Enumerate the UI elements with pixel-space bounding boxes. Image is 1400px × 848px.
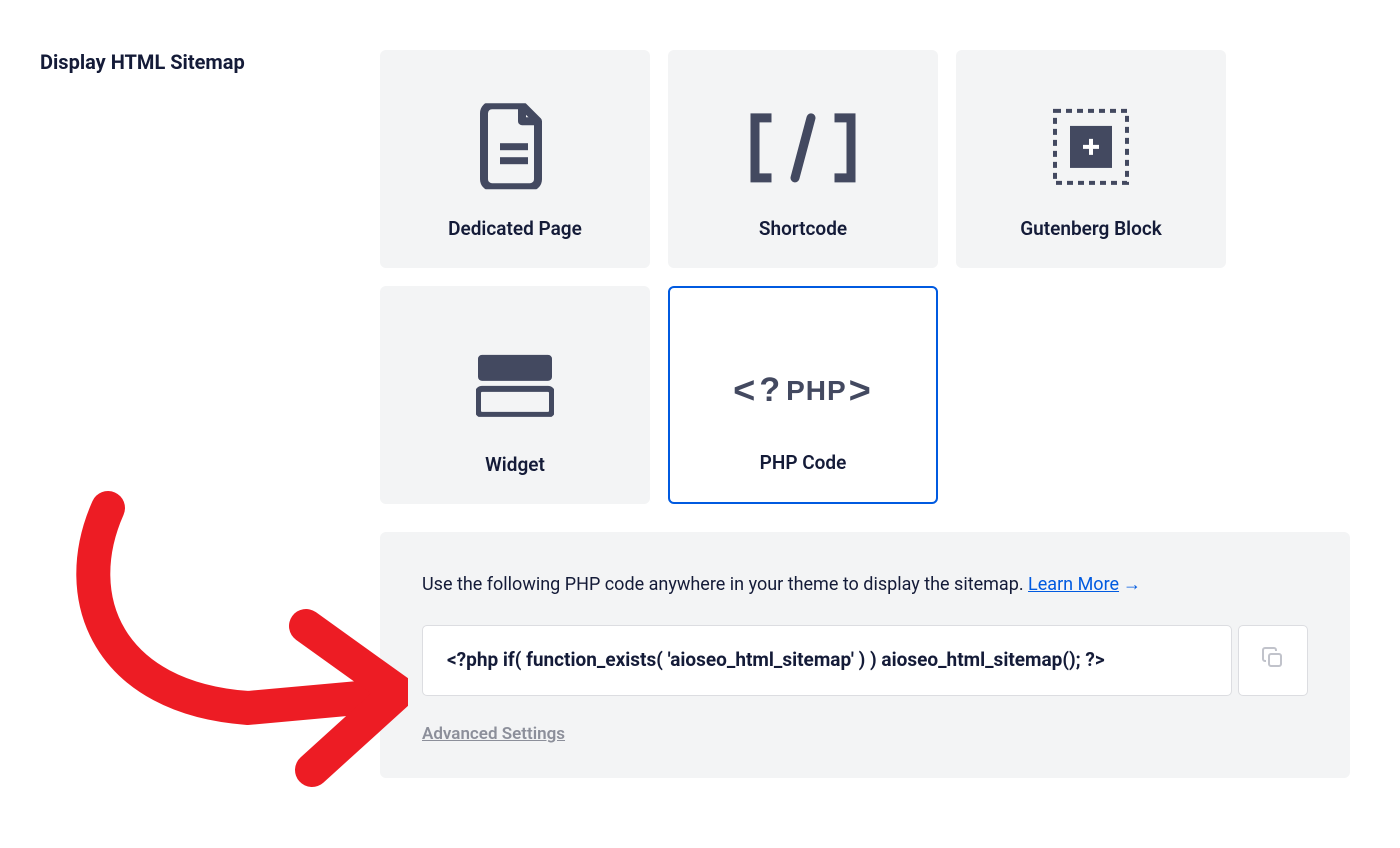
option-label: Widget [485, 453, 545, 476]
php-icon: < ? PHP > [733, 371, 873, 410]
option-widget[interactable]: Widget [380, 286, 650, 504]
option-shortcode[interactable]: Shortcode [668, 50, 938, 268]
option-dedicated-page[interactable]: Dedicated Page [380, 50, 650, 268]
copy-button[interactable] [1238, 625, 1308, 696]
option-gutenberg-block[interactable]: Gutenberg Block [956, 50, 1226, 268]
display-options-grid: Dedicated Page Shortcode [380, 50, 1360, 504]
php-code-snippet[interactable]: <?php if( function_exists( 'aioseo_html_… [422, 625, 1232, 696]
option-label: Shortcode [759, 217, 847, 240]
file-icon [480, 103, 550, 193]
section-title: Display HTML Sitemap [40, 50, 380, 74]
arrow-right-icon: → [1123, 574, 1141, 595]
option-label: Gutenberg Block [1020, 217, 1162, 240]
advanced-settings-link[interactable]: Advanced Settings [422, 724, 565, 744]
option-php-code[interactable]: < ? PHP > PHP Code [668, 286, 938, 504]
copy-icon [1261, 646, 1285, 674]
option-label: Dedicated Page [448, 217, 582, 240]
php-code-panel: Use the following PHP code anywhere in y… [380, 532, 1350, 778]
php-text: PHP [786, 374, 847, 406]
widget-icon [476, 353, 554, 421]
shortcode-icon [749, 112, 857, 188]
learn-more-link[interactable]: Learn More [1028, 574, 1119, 595]
option-label: PHP Code [760, 451, 847, 474]
block-icon [1051, 107, 1131, 191]
panel-description: Use the following PHP code anywhere in y… [422, 574, 1308, 595]
